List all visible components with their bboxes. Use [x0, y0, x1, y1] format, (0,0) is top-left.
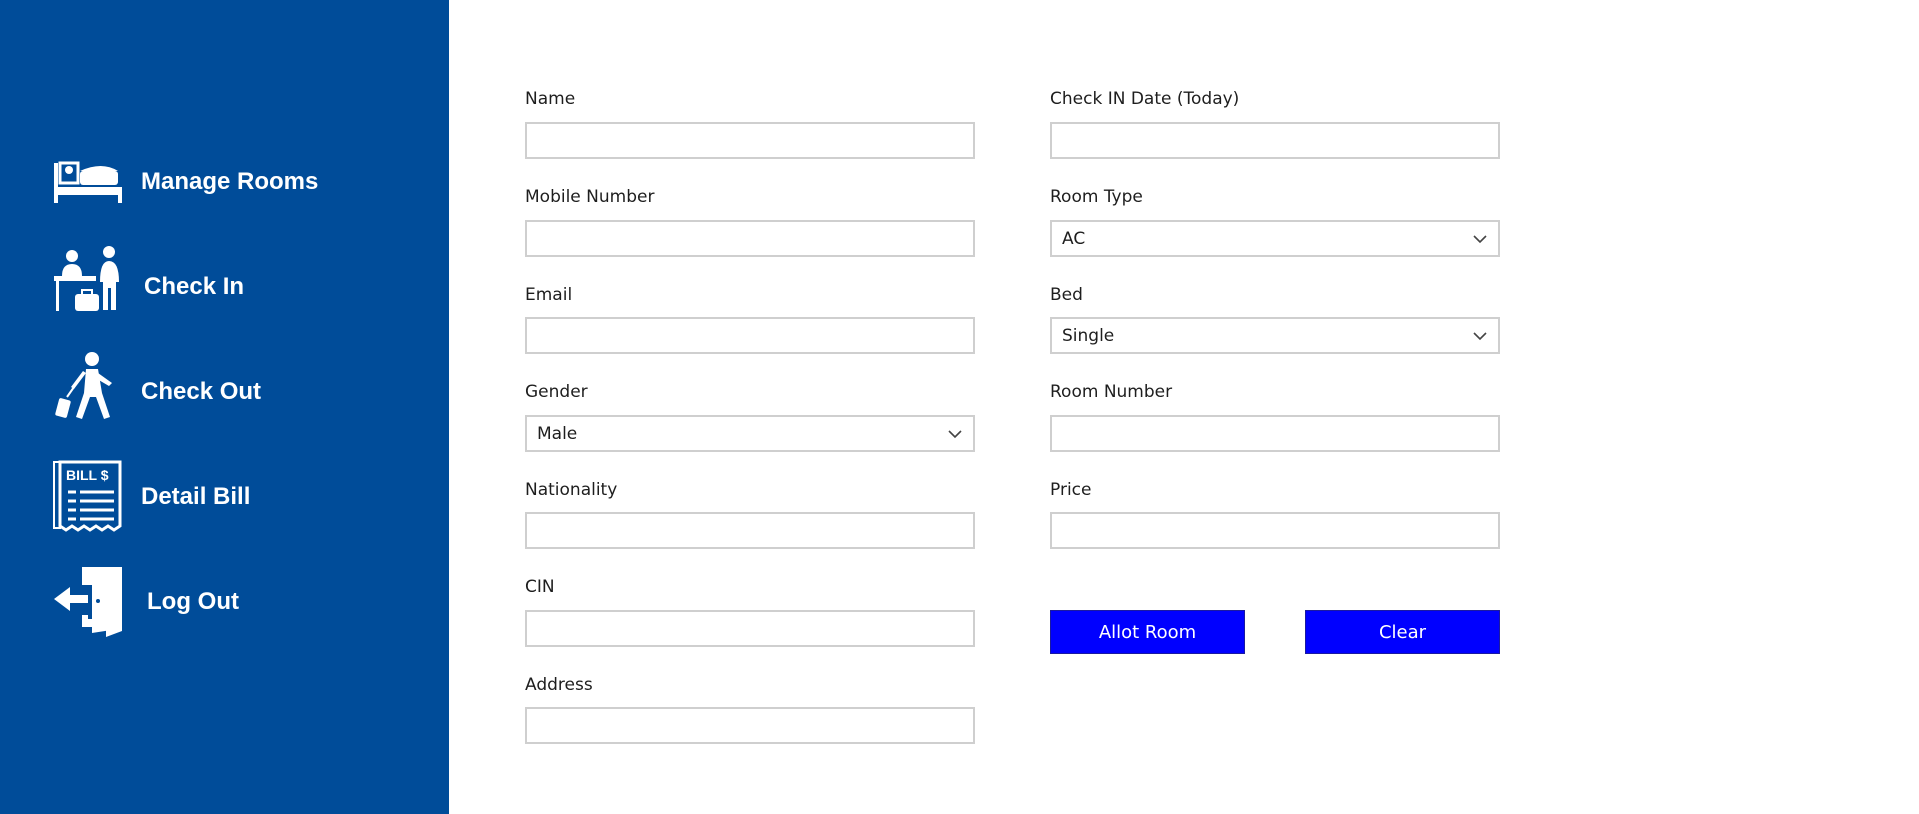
room-number-label: Room Number	[1050, 382, 1173, 402]
allot-room-button[interactable]: Allot Room	[1050, 610, 1245, 654]
nav-check-in-label: Check In	[144, 273, 245, 300]
room-type-label: Room Type	[1050, 187, 1143, 207]
mobile-number-input[interactable]	[525, 220, 975, 257]
reception-icon	[52, 242, 124, 332]
bill-icon-text: BILL $	[66, 467, 109, 483]
bed-select[interactable]: Single	[1050, 317, 1500, 354]
bed-label: Bed	[1050, 285, 1083, 305]
address-label: Address	[525, 675, 593, 695]
cin-input[interactable]	[525, 610, 975, 647]
bill-receipt-icon: BILL $	[52, 452, 124, 542]
door-exit-icon	[52, 557, 124, 647]
nav-check-out[interactable]: Check Out	[52, 347, 432, 437]
room-type-select-value: AC	[1062, 228, 1086, 249]
nav-manage-rooms-label: Manage Rooms	[141, 168, 319, 195]
checkin-date-label: Check IN Date (Today)	[1050, 89, 1240, 109]
nav-detail-bill-label: Detail Bill	[141, 483, 251, 510]
gender-select[interactable]: Male	[525, 415, 975, 452]
room-number-input[interactable]	[1050, 415, 1500, 452]
room-type-select[interactable]: AC	[1050, 220, 1500, 257]
bed-icon	[52, 137, 124, 227]
checkin-date-input[interactable]	[1050, 122, 1500, 159]
price-input[interactable]	[1050, 512, 1500, 549]
email-input[interactable]	[525, 317, 975, 354]
cin-label: CIN	[525, 577, 555, 597]
mobile-number-label: Mobile Number	[525, 187, 655, 207]
name-label: Name	[525, 89, 576, 109]
gender-select-value: Male	[537, 423, 578, 444]
traveler-luggage-icon	[52, 347, 124, 437]
nav-log-out-label: Log Out	[147, 588, 239, 615]
nationality-input[interactable]	[525, 512, 975, 549]
nav-detail-bill[interactable]: BILL $ Detail Bill	[52, 452, 432, 542]
price-label: Price	[1050, 480, 1092, 500]
nav-manage-rooms[interactable]: Manage Rooms	[52, 137, 432, 227]
chevron-down-icon	[1473, 234, 1487, 243]
nav-check-in[interactable]: Check In	[52, 242, 432, 332]
bed-select-value: Single	[1062, 325, 1115, 346]
nav-log-out[interactable]: Log Out	[52, 557, 432, 647]
nav-check-out-label: Check Out	[141, 378, 262, 405]
name-input[interactable]	[525, 122, 975, 159]
chevron-down-icon	[1473, 331, 1487, 340]
nationality-label: Nationality	[525, 480, 618, 500]
email-label: Email	[525, 285, 573, 305]
clear-button[interactable]: Clear	[1305, 610, 1500, 654]
gender-label: Gender	[525, 382, 588, 402]
address-input[interactable]	[525, 707, 975, 744]
chevron-down-icon	[948, 429, 962, 438]
sidebar: Manage Rooms Check In Check Out BILL $ D…	[0, 0, 449, 814]
app-window: Manage Rooms Check In Check Out BILL $ D…	[0, 0, 1919, 814]
